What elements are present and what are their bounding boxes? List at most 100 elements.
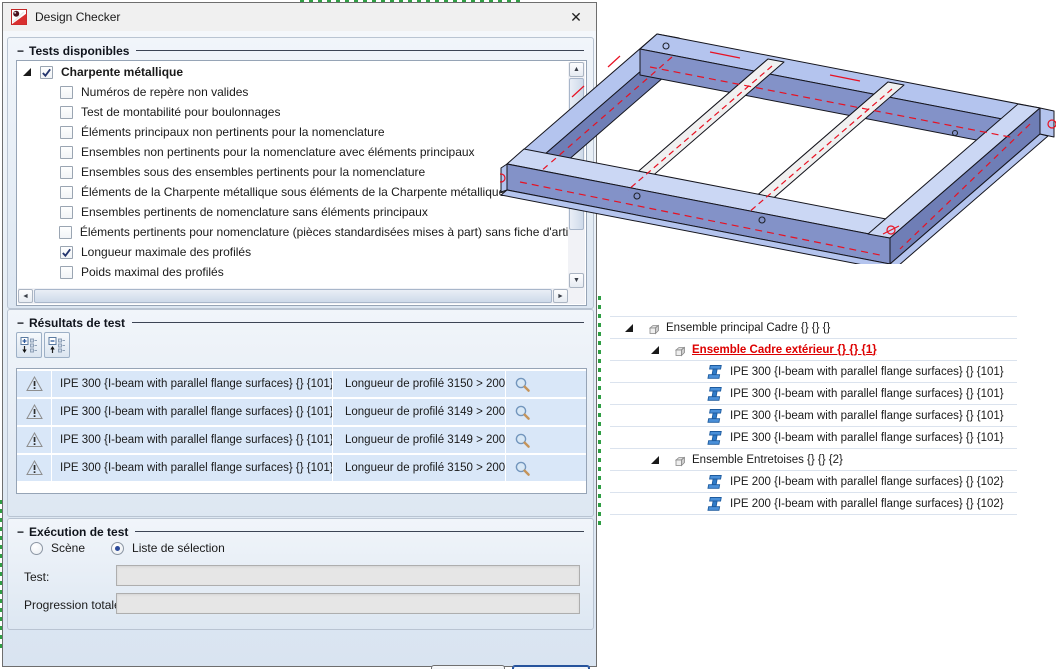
test-checkbox[interactable] (60, 105, 73, 119)
tree-item[interactable]: IPE 200 {I-beam with parallel flange sur… (610, 493, 1017, 515)
assembly-red-icon (668, 452, 686, 468)
test-item: Éléments de la Charpente métallique sous… (18, 182, 568, 202)
test-item: Numéros de repère non valides (18, 82, 568, 102)
expander-icon[interactable] (650, 345, 668, 355)
result-message: Longueur de profilé 3150 > 2000 (333, 455, 505, 481)
test-progress-bar (116, 565, 580, 586)
result-row[interactable]: IPE 300 {I-beam with parallel flange sur… (17, 371, 586, 397)
group-results-title: Résultats de test (29, 315, 126, 330)
test-item: Éléments pertinents pour nomenclature (p… (18, 222, 568, 242)
test-label: Ensembles pertinents de nomenclature san… (81, 205, 428, 219)
test-checkbox[interactable] (40, 65, 53, 79)
scroll-left-icon[interactable]: ◄ (18, 289, 33, 303)
collapse-all-results-button[interactable] (44, 332, 70, 358)
tree-item[interactable]: IPE 300 {I-beam with parallel flange sur… (610, 427, 1017, 449)
result-row[interactable]: IPE 300 {I-beam with parallel flange sur… (17, 399, 586, 425)
ipe-beam-icon (706, 430, 724, 446)
group-header-rule (132, 322, 584, 323)
test-checkbox[interactable] (60, 125, 73, 139)
group-execution-header[interactable]: − Exécution de test (17, 524, 584, 539)
warning-icon (17, 455, 51, 481)
tree-item[interactable]: IPE 300 {I-beam with parallel flange sur… (610, 383, 1017, 405)
scrollbar-corner (568, 288, 585, 304)
collapse-all-icon (48, 337, 65, 353)
test-label: Éléments pertinents pour nomenclature (p… (79, 225, 568, 239)
test-checkbox[interactable] (58, 225, 72, 239)
test-checkbox[interactable] (60, 165, 73, 179)
test-checkbox[interactable] (60, 185, 73, 199)
window-title: Design Checker (35, 10, 121, 24)
ipe-beam-icon (706, 364, 724, 380)
test-label: Longueur maximale des profilés (81, 245, 252, 259)
expand-all-results-button[interactable] (16, 332, 42, 358)
collapse-toggle-icon[interactable]: − (17, 316, 24, 330)
frame-3d-view[interactable] (500, 12, 1056, 264)
ipe-beam-icon (706, 386, 724, 402)
horizontal-scrollbar[interactable]: ◄ ► (18, 288, 568, 304)
result-message: Longueur de profilé 3149 > 2000 (333, 399, 505, 425)
radio-selection-label: Liste de sélection (132, 541, 225, 555)
test-label: Test de montabilité pour boulonnages (81, 105, 281, 119)
collapse-toggle-icon[interactable]: − (17, 44, 24, 58)
tree-item[interactable]: Ensemble Entretoises {} {} {2} (610, 449, 1017, 471)
test-progress-label: Test: (24, 570, 50, 584)
test-label: Numéros de repère non valides (81, 85, 249, 99)
test-item: Ensembles sous des ensembles pertinents … (18, 162, 568, 182)
group-tests-title: Tests disponibles (29, 43, 130, 58)
test-checkbox[interactable] (60, 85, 73, 99)
tree-item-label: Ensemble principal Cadre {} {} {} (666, 321, 831, 334)
ipe-beam-icon (706, 474, 724, 490)
expand-all-icon (20, 337, 37, 353)
zoom-to-part-button[interactable] (506, 455, 586, 481)
total-progress-label: Progression totale: (24, 598, 125, 612)
result-row[interactable]: IPE 300 {I-beam with parallel flange sur… (17, 427, 586, 453)
result-message: Longueur de profilé 3149 > 2000 (333, 427, 505, 453)
horizontal-scrollbar-thumb[interactable] (34, 289, 552, 303)
warning-icon (17, 399, 51, 425)
test-checkbox[interactable] (60, 145, 73, 159)
start-button[interactable]: Début (431, 665, 505, 669)
group-resultats-de-test: − Résultats de test IPE 300 {I-beam with… (7, 309, 594, 517)
test-checkbox[interactable] (60, 265, 73, 279)
zoom-to-part-button[interactable] (506, 371, 586, 397)
radio-scene-label: Scène (51, 541, 86, 555)
close-button[interactable]: Fermer (512, 665, 590, 669)
assembly-tree: Ensemble principal Cadre {} {} {} Ensembl… (610, 316, 1017, 515)
warning-icon (17, 427, 51, 453)
tree-item-label: Ensemble Cadre extérieur {} {} {1} (692, 343, 877, 356)
group-results-header[interactable]: − Résultats de test (17, 315, 584, 330)
radio-liste-de-selection[interactable] (111, 541, 125, 555)
test-label: Ensembles non pertinents pour la nomencl… (81, 145, 475, 159)
test-item: Éléments principaux non pertinents pour … (18, 122, 568, 142)
test-item: Longueur maximale des profilés (18, 242, 568, 262)
tree-item-label: IPE 300 {I-beam with parallel flange sur… (730, 387, 1004, 400)
tree-item[interactable]: Ensemble principal Cadre {} {} {} (610, 317, 1017, 339)
radio-scene[interactable] (30, 541, 43, 555)
test-item: Charpente métallique (18, 62, 568, 82)
tree-item-label: IPE 300 {I-beam with parallel flange sur… (730, 365, 1004, 378)
screen: Design Checker ✕ − Tests disponibles Cha… (0, 0, 1056, 669)
tree-item[interactable]: IPE 300 {I-beam with parallel flange sur… (610, 405, 1017, 427)
tree-item[interactable]: IPE 200 {I-beam with parallel flange sur… (610, 471, 1017, 493)
zoom-to-part-button[interactable] (506, 427, 586, 453)
result-part: IPE 300 {I-beam with parallel flange sur… (52, 427, 332, 453)
warning-icon (17, 371, 51, 397)
radio-selected-dot (115, 545, 121, 551)
test-checkbox[interactable] (60, 245, 73, 259)
expander-icon[interactable] (624, 323, 642, 333)
tree-item-label: IPE 200 {I-beam with parallel flange sur… (730, 497, 1004, 510)
tree-item[interactable]: Ensemble Cadre extérieur {} {} {1} (610, 339, 1017, 361)
test-checkbox[interactable] (60, 205, 73, 219)
test-item: Ensembles pertinents de nomenclature san… (18, 202, 568, 222)
expander-icon[interactable] (22, 67, 40, 77)
collapse-toggle-icon[interactable]: − (17, 525, 24, 539)
result-row[interactable]: IPE 300 {I-beam with parallel flange sur… (17, 455, 586, 481)
group-tests-header[interactable]: − Tests disponibles (17, 43, 584, 58)
beam-end-cap-left (500, 163, 508, 193)
tests-rows: Charpente métallique Numéros de repère no… (18, 62, 568, 288)
zoom-to-part-button[interactable] (506, 399, 586, 425)
expander-icon[interactable] (650, 455, 668, 465)
tree-item[interactable]: IPE 300 {I-beam with parallel flange sur… (610, 361, 1017, 383)
scroll-right-icon[interactable]: ► (553, 289, 568, 303)
scroll-down-icon[interactable]: ▼ (569, 273, 584, 288)
